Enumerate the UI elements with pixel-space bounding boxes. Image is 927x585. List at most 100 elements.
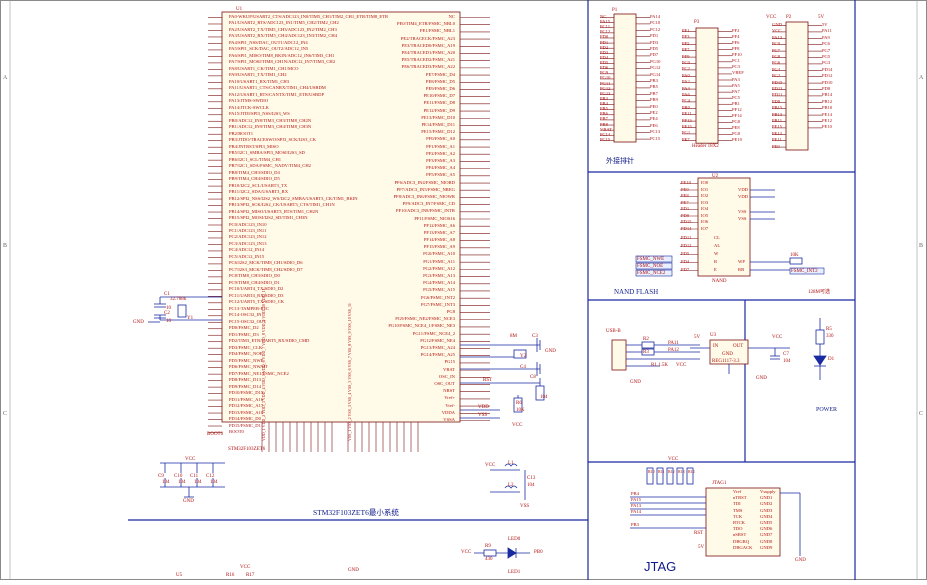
mcu-left-pin-label: PC12/UART5_TX/SDIO_CK [229, 299, 285, 305]
mcu-right-pin-label: OSC_IN [438, 373, 455, 379]
mcu-right-pin-label: PF3/FSMC_A3 [426, 157, 455, 163]
reg-part: REG1117-3.3 [712, 359, 740, 364]
zone-letter-c: C [3, 411, 8, 417]
mcu-left-pin-label: PC2/ADC123_IN12 [229, 234, 267, 240]
nand-ctrl-net: PD7 [681, 267, 690, 272]
nand-fsmc-1: FSMC_NOE [637, 264, 664, 269]
jtag-5v: 5V [698, 545, 705, 550]
mcu-right-pin-label: PG9/FSMC_NE2/FSMC_NCE3 [395, 316, 455, 322]
mcu-right-pin-label: PE5/TRACED2/FSMC_A21 [401, 57, 455, 63]
c3-ref: C3 [532, 334, 538, 339]
nand-data-net: PD0 [681, 212, 690, 218]
mcu-right-pin-label: Vref- [445, 402, 455, 408]
mcu-left-pin-label: PA12/USART1_RTS/CANTX/TIM1_ETR/USBDP [229, 91, 324, 97]
mcu-right-pin-label: PE9/FSMC_D6 [425, 85, 455, 91]
mcu-left-pin-label: PC0/ADC123_IN10 [229, 221, 267, 227]
header-p3-right-net: PF4 [732, 34, 740, 40]
header-p3-right-net: PB1 [732, 100, 740, 106]
zone-letter-a: A [3, 75, 8, 81]
nand-fsmc-2: FSMC_NCE2 [637, 271, 666, 276]
header-p2-left-net: PE11 [772, 137, 782, 143]
jtag-net: PA13 [631, 503, 642, 508]
header-p2-left-net: PB15 [772, 105, 783, 111]
usb-r3: R3 [643, 350, 649, 355]
mcu-right-pin-label: PE8/FSMC_D5 [425, 78, 455, 84]
nand-ctrl-net: PD12 [681, 243, 692, 248]
mcu-left-pin-label: PC6/I2S2_MCK/TIM8_CH1/SDIO_D6 [229, 260, 303, 266]
mcu-right-pin-label: PG12/FSMC_NE4 [420, 337, 455, 343]
mcu-right-pin-label: VSSA [443, 417, 455, 422]
c10-ref: C10 [174, 474, 183, 479]
header-p2-rect [785, 21, 809, 151]
decouple-gnd: GND [183, 499, 194, 504]
mcu-left-pin-label: PB15/SPI2_MOSI/I2S2_SD/TIM1_CH3N [229, 215, 308, 221]
mcu-right-pin-label: PG6/FSMC_INT2 [421, 294, 455, 300]
jtag-left-pin: nSRST [733, 532, 747, 538]
mcu-right-pin-label: PE3/TRACED0/FSMC_A19 [401, 42, 455, 48]
header-p3-right-net: PF14 [732, 112, 742, 118]
header-p3-right-net: PA3 [732, 76, 740, 82]
mcu-right-pin-label: PG8 [446, 309, 455, 315]
mcu-left-pin-label: BOOT0 [229, 429, 244, 434]
jtag-left-pin: TCK [733, 513, 743, 519]
mcu-left-pin-label: PA2/USART2_TX/TIM5_CH3/ADC123_IN2/TIM2_C… [229, 26, 337, 32]
nand-ctrl-net: PD5 [681, 251, 690, 256]
led0-ref: LED0 [508, 537, 521, 542]
header-p2-right-net: PE10 [822, 124, 832, 130]
mcu-right-pin-label: PF13/FSMC_A7 [423, 229, 455, 235]
zone-letter-b: B [3, 243, 8, 249]
header-p2-left-net: PE9 [772, 143, 780, 149]
mcu-left-pin-label: PB14/SPI2_MISO/USART3_RTS/TIM1_CH2N [229, 208, 319, 214]
nand-right-pin: VDD [738, 194, 748, 199]
jtag-right-pin: Vsupply [760, 489, 776, 494]
r6-val: 10K [516, 408, 525, 413]
header-p1-right-net: PE2 [650, 110, 658, 115]
header-p3-rect [695, 27, 719, 144]
jtag-net: PA14 [631, 509, 642, 514]
mcu-left-pin-label: PD1/FSMC_D3 [229, 331, 259, 337]
mcu-right-pin-label: Vref+ [444, 395, 455, 401]
mcu-right-pin-label: PF1/FSMC_A1 [426, 143, 455, 149]
c4-ref: C4 [520, 365, 526, 370]
p2-5v: 5V [818, 15, 825, 20]
header-p2-left-net: VCC [772, 28, 782, 34]
header-p3-left-net: PA6 [682, 92, 690, 97]
mcu-right-pin-label: NRST [443, 388, 455, 394]
mcu-right-pin-label: PG10/FSMC_NCE4_1/FSMC_NE3 [388, 323, 455, 329]
mcu-right-pin-label: PE13/FSMC_D10 [421, 114, 455, 120]
mcu-right-pin-label: PE6/TRACED3/FSMC_A22 [401, 64, 455, 70]
crystal8m-gnd: GND [545, 349, 556, 354]
header-p2-right-net: PD10 [822, 79, 833, 85]
header-p1-right-net: PE6 [650, 122, 658, 128]
c2-val: 10 [166, 319, 171, 324]
bottom-vcc: VCC [240, 565, 251, 570]
mcu-right-pin-label: PF4/FSMC_A4 [426, 165, 455, 171]
jtag-left-pin: RTCK [733, 520, 745, 525]
jtag-left-pin: DBGRQ [733, 538, 750, 544]
usb-name: USB-B [606, 329, 621, 334]
nand-fsmc-0: FSMC_NWE [637, 257, 665, 262]
header-p1-right-net: PB7 [650, 90, 658, 96]
mcu-right-pin-label: PF11/FSMC_NIOS16 [414, 215, 455, 221]
header-p2-right-net: PB12 [822, 98, 833, 104]
nand-ctrl-pin: E [714, 267, 717, 272]
mcu-left-pin-label: PC7/I2S3_MCK/TIM8_CH2/SDIO_D7 [229, 266, 303, 272]
header-p2-left-net: PE15 [772, 124, 782, 130]
mcu-right-pin-label: PG14/FSMC_A25 [420, 352, 455, 358]
nand-io-pin: IO1 [701, 186, 709, 192]
jtag-left-pin: TMS [733, 507, 743, 513]
mcu-left-pin-label: PC4/ADC12_IN14 [229, 247, 265, 253]
header-p3-left-net: PF9 [682, 53, 690, 59]
reg-ref: U3 [710, 333, 717, 338]
mcu-right-pin-label: VBAT [443, 366, 455, 372]
mcu-ref: U1 [236, 7, 243, 12]
p1-ref: P1 [612, 8, 618, 13]
nand-ctrl-net: PD4 [681, 259, 690, 264]
jtag-left-pin: DBGACK [733, 544, 753, 550]
nand-right-pin: WP [738, 259, 745, 264]
mcu-right-pin-label: PE0/TIM4_ETR/FSMC_NBL0 [397, 21, 455, 27]
c8-val: 104 [540, 395, 548, 400]
reg-gnd: GND [756, 376, 767, 381]
r16-ref: R16 [226, 573, 235, 578]
vdda-vss: VSS [520, 504, 530, 509]
